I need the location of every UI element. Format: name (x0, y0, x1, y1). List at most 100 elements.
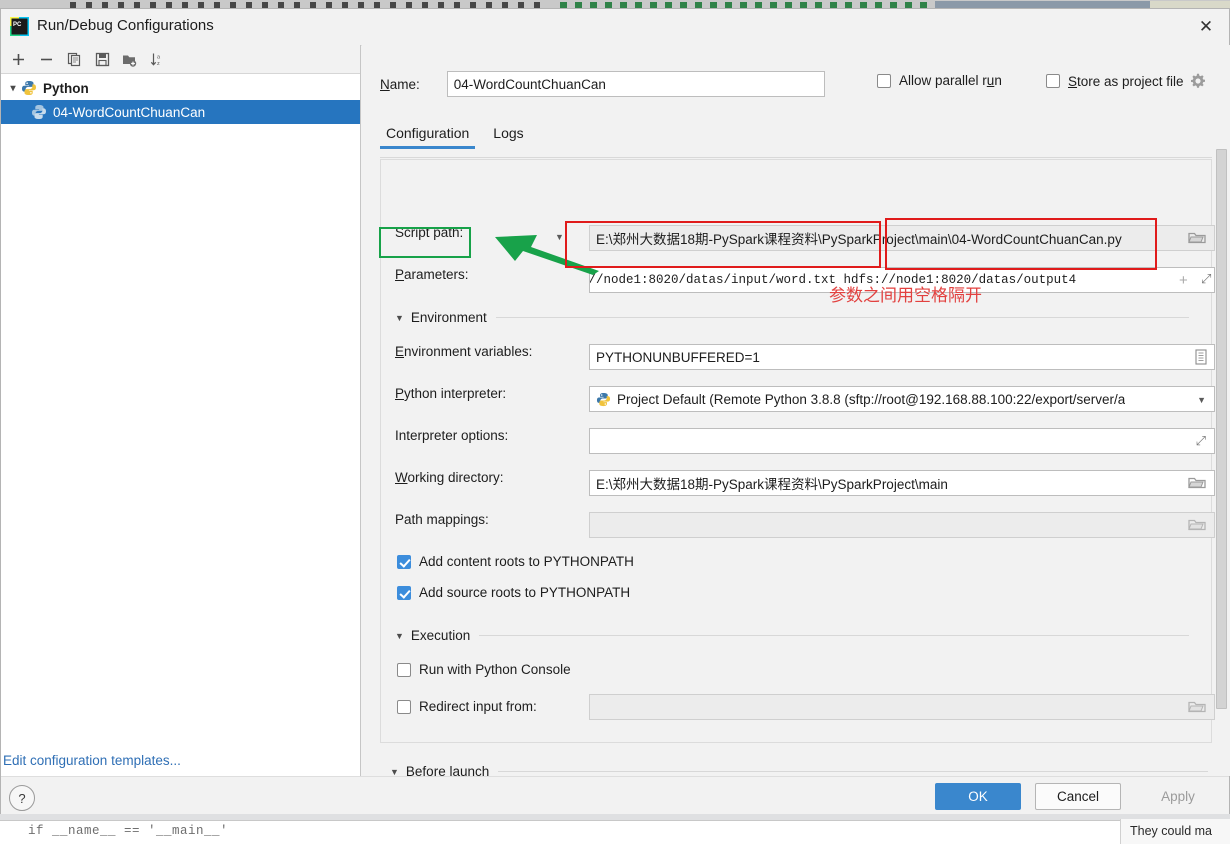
environment-section-header[interactable]: ▼ Environment (395, 310, 1189, 325)
form-scrollbar[interactable] (1216, 149, 1227, 759)
tabs-divider (380, 157, 1212, 158)
run-with-python-console-option[interactable]: Run with Python Console (397, 662, 571, 677)
interpreter-options-row: Interpreter options: ⤢ (395, 428, 1215, 454)
dialog-title: Run/Debug Configurations (37, 17, 214, 34)
redirect-input-from-input[interactable] (589, 694, 1215, 720)
expand-icon[interactable]: ⤢ (1196, 433, 1206, 449)
section-divider (495, 317, 1189, 318)
copy-icon[interactable] (60, 46, 88, 72)
python-interpreter-row: Python interpreter: Project Default (Rem… (395, 386, 1215, 412)
store-as-project-file-option[interactable]: Store as project file (1046, 73, 1206, 89)
sidebar-toolbar: a z (1, 45, 360, 74)
working-directory-label: Working directory: (395, 470, 504, 485)
store-as-project-file-label: Store as project file (1068, 73, 1184, 89)
edit-configuration-templates-link[interactable]: Edit configuration templates... (1, 753, 181, 768)
interpreter-options-label: Interpreter options: (395, 428, 509, 443)
tooltip-text: They could ma (1130, 824, 1212, 838)
python-icon (21, 80, 37, 96)
python-interpreter-value: Project Default (Remote Python 3.8.8 (sf… (617, 391, 1126, 407)
interpreter-options-input[interactable]: ⤢ (589, 428, 1215, 454)
python-interpreter-dropdown[interactable]: Project Default (Remote Python 3.8.8 (sf… (589, 386, 1215, 412)
editor-code-line: if __name__ == '__main__' (28, 824, 229, 838)
dialog-button-bar: ? OK Cancel Apply (1, 776, 1229, 814)
redirect-input-from-row: Redirect input from: (397, 694, 1215, 720)
remove-configuration-button[interactable] (32, 46, 60, 72)
section-divider (479, 635, 1189, 636)
folder-icon[interactable] (1188, 700, 1206, 714)
chevron-down-icon[interactable]: ▼ (395, 631, 404, 641)
working-directory-input[interactable]: E:\郑州大数据18期-PySpark课程资料\PySparkProject\m… (589, 470, 1215, 496)
python-icon (596, 392, 611, 407)
gear-icon[interactable] (1190, 73, 1206, 89)
environment-variables-label: Environment variables: (395, 344, 533, 359)
annotation-red-box-input-path (565, 221, 881, 268)
redirect-input-from-checkbox[interactable] (397, 699, 411, 714)
form-scrollbar-thumb[interactable] (1216, 149, 1227, 709)
tree-item-label: 04-WordCountChuanCan (53, 104, 206, 120)
path-mappings-label: Path mappings: (395, 512, 489, 527)
environment-variables-browse-icon[interactable] (1195, 349, 1207, 368)
add-source-roots-label: Add source roots to PYTHONPATH (419, 585, 631, 600)
chevron-down-icon[interactable]: ▼ (1197, 395, 1206, 405)
folder-icon[interactable] (1188, 476, 1206, 490)
redirect-input-from-label: Redirect input from: (419, 699, 537, 714)
folder-add-icon[interactable] (116, 46, 144, 72)
annotation-chinese-note: 参数之间用空格隔开 (829, 286, 982, 306)
add-content-roots-checkbox[interactable] (397, 554, 411, 569)
dialog-titlebar: PC Run/Debug Configurations ✕ (1, 9, 1229, 46)
tab-logs[interactable]: Logs (487, 121, 529, 149)
config-tabs: Configuration Logs (380, 121, 530, 149)
before-launch-section-header[interactable]: ▼ Before launch (390, 764, 1208, 776)
ok-button[interactable]: OK (935, 783, 1021, 810)
store-as-project-file-checkbox[interactable] (1046, 74, 1060, 88)
cancel-button[interactable]: Cancel (1035, 783, 1121, 810)
environment-section-label: Environment (410, 310, 487, 325)
add-configuration-button[interactable] (4, 46, 32, 72)
execution-section-header[interactable]: ▼ Execution (395, 628, 1189, 643)
name-label: Name: (380, 76, 420, 92)
save-icon[interactable] (88, 46, 116, 72)
run-with-python-console-checkbox[interactable] (397, 662, 411, 677)
path-mappings-input[interactable] (589, 512, 1215, 538)
environment-variables-value: PYTHONUNBUFFERED=1 (596, 349, 760, 365)
add-content-roots-option[interactable]: Add content roots to PYTHONPATH (397, 554, 634, 569)
add-source-roots-checkbox[interactable] (397, 585, 411, 600)
editor-background-bottom: if __name__ == '__main__' They could ma (0, 812, 1230, 844)
environment-variables-input[interactable]: PYTHONUNBUFFERED=1 (589, 344, 1215, 370)
svg-text:a: a (157, 54, 161, 60)
configurations-tree: ▾ Python 04-WordCountChuanCan (1, 74, 360, 124)
pycharm-icon: PC (10, 17, 29, 36)
annotation-green-box-parameters (379, 227, 471, 258)
allow-parallel-run-checkbox[interactable] (877, 73, 891, 88)
chevron-down-icon[interactable]: ▼ (395, 313, 404, 323)
python-interpreter-label: Python interpreter: (395, 386, 507, 401)
tree-item-04-wordcountchuancan[interactable]: 04-WordCountChuanCan (1, 100, 360, 124)
parameters-expand-icon[interactable]: ⤢ (1201, 271, 1211, 287)
python-icon (31, 104, 47, 120)
parameters-macro-button[interactable]: + (1179, 272, 1188, 289)
before-launch-section-label: Before launch (405, 764, 490, 776)
environment-variables-row: Environment variables: PYTHONUNBUFFERED=… (395, 344, 1215, 370)
tree-group-label: Python (43, 80, 89, 96)
close-icon[interactable]: ✕ (1183, 9, 1229, 44)
chevron-down-icon[interactable]: ▼ (390, 767, 399, 777)
tab-configuration[interactable]: Configuration (380, 121, 476, 149)
sort-az-icon[interactable]: a z (144, 46, 172, 72)
folder-icon[interactable] (1188, 231, 1206, 245)
path-mappings-row: Path mappings: (395, 512, 1215, 538)
working-directory-row: Working directory: E:\郑州大数据18期-PySpark课程… (395, 470, 1215, 496)
execution-section-label: Execution (410, 628, 471, 643)
configurations-sidebar: a z ▾ Python 04-WordCountChuanCan Edit c… (1, 45, 361, 776)
allow-parallel-run-option[interactable]: Allow parallel run (877, 73, 1002, 88)
add-source-roots-option[interactable]: Add source roots to PYTHONPATH (397, 585, 630, 600)
tree-group-python[interactable]: ▾ Python (1, 76, 360, 100)
chevron-down-icon[interactable]: ▾ (5, 83, 21, 94)
help-button[interactable]: ? (9, 785, 35, 811)
svg-text:z: z (157, 61, 160, 67)
name-input[interactable]: 04-WordCountChuanCan (446, 71, 825, 97)
configuration-form-panel: Name: 04-WordCountChuanCan Allow paralle… (362, 45, 1230, 776)
annotation-red-box-output-path (885, 218, 1157, 270)
run-debug-configurations-dialog: PC Run/Debug Configurations ✕ a z ▾ Pyth… (0, 8, 1230, 814)
folder-icon[interactable] (1188, 518, 1206, 532)
name-row: Name: 04-WordCountChuanCan (380, 71, 825, 97)
